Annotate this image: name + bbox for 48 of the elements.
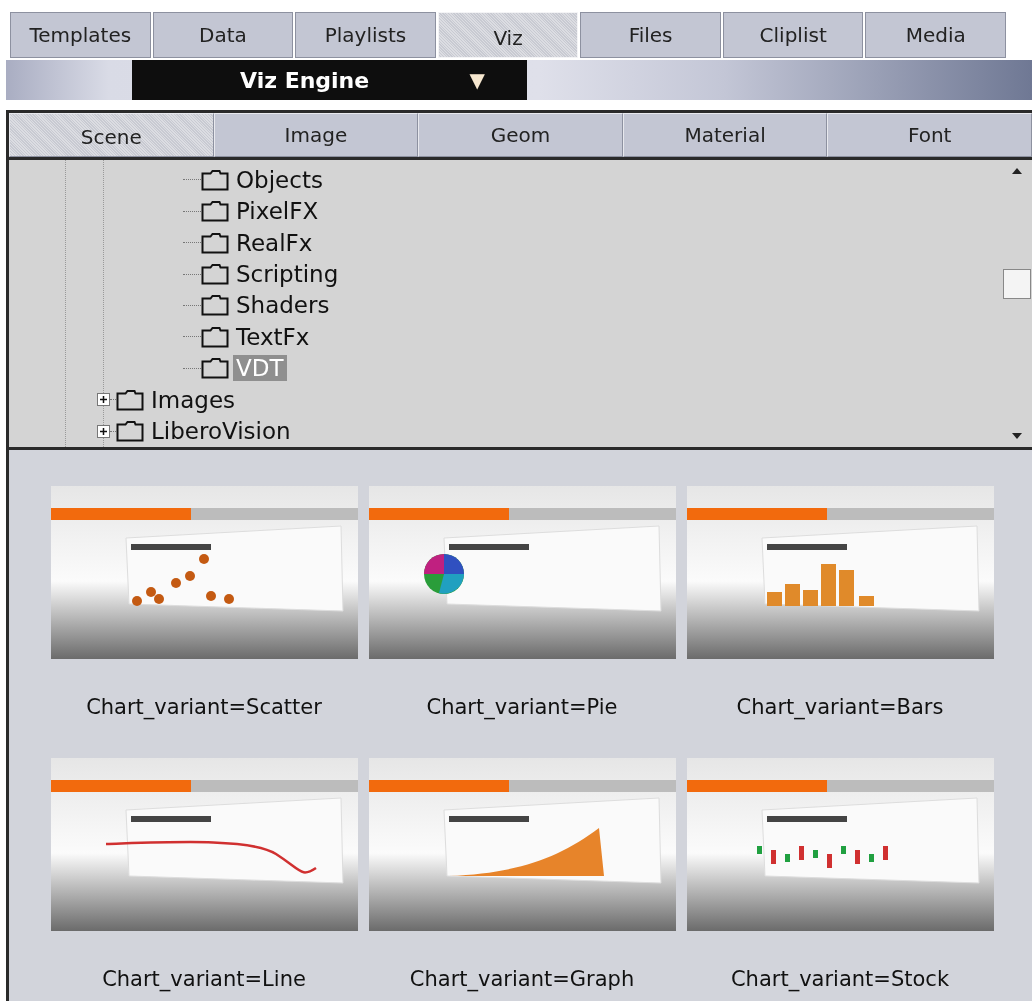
tab[interactable]: Image: [213, 113, 419, 157]
thumbnail-caption: Chart_variant=Graph: [409, 967, 635, 991]
tree-item[interactable]: RealFx: [233, 229, 316, 256]
scene-thumbnail[interactable]: [50, 758, 358, 931]
tab[interactable]: Viz: [437, 12, 579, 58]
tree-item[interactable]: Objects: [233, 166, 326, 193]
scene-thumbnail[interactable]: [368, 486, 676, 659]
folder-icon: [201, 294, 229, 317]
scroll-up-icon[interactable]: [1012, 168, 1022, 174]
folder-icon: [201, 357, 229, 380]
tree-item[interactable]: Images: [148, 386, 238, 413]
tab[interactable]: Geom: [418, 113, 623, 157]
scroll-thumb[interactable]: [1003, 268, 1031, 299]
tab[interactable]: Cliplist: [722, 12, 864, 58]
engine-dropdown[interactable]: Viz Engine ▼: [132, 60, 527, 100]
scene-thumbnail[interactable]: [50, 486, 358, 659]
tab[interactable]: Playlists: [295, 12, 436, 58]
folder-icon: [201, 325, 229, 348]
thumbnail-caption: Chart_variant=Pie: [426, 695, 618, 719]
tab[interactable]: Material: [622, 113, 828, 157]
tab[interactable]: Data: [152, 12, 294, 58]
folder-icon: [116, 420, 144, 443]
tab[interactable]: Font: [827, 113, 1032, 157]
expand-icon[interactable]: [97, 393, 110, 407]
tab[interactable]: Templates: [10, 12, 151, 58]
folder-icon: [201, 200, 229, 223]
tab[interactable]: Media: [865, 12, 1007, 58]
thumbnail-caption: Chart_variant=Bars: [736, 695, 944, 719]
folder-icon: [201, 263, 229, 286]
scene-thumbnail[interactable]: [686, 486, 994, 659]
expand-icon[interactable]: [97, 424, 110, 438]
folder-icon: [201, 231, 229, 254]
tab[interactable]: Files: [580, 12, 721, 58]
tab[interactable]: Scene: [9, 113, 214, 157]
scene-thumbnail[interactable]: [368, 758, 676, 931]
thumbnail-caption: Chart_variant=Scatter: [86, 695, 322, 719]
tree-item[interactable]: TextFx: [233, 323, 313, 350]
tree-item[interactable]: LiberoVision: [148, 418, 294, 445]
tree-item[interactable]: PixelFX: [233, 198, 322, 225]
scene-thumbnail[interactable]: [686, 758, 994, 931]
tree-item[interactable]: Shaders: [233, 292, 333, 319]
folder-icon: [201, 168, 229, 191]
thumbnail-caption: Chart_variant=Line: [102, 967, 306, 991]
caret-icon: ▼: [469, 68, 485, 92]
folder-icon: [116, 388, 144, 411]
tree-item[interactable]: Scripting: [233, 261, 342, 288]
thumbnail-caption: Chart_variant=Stock: [730, 967, 950, 991]
scroll-down-icon[interactable]: [1012, 433, 1022, 439]
